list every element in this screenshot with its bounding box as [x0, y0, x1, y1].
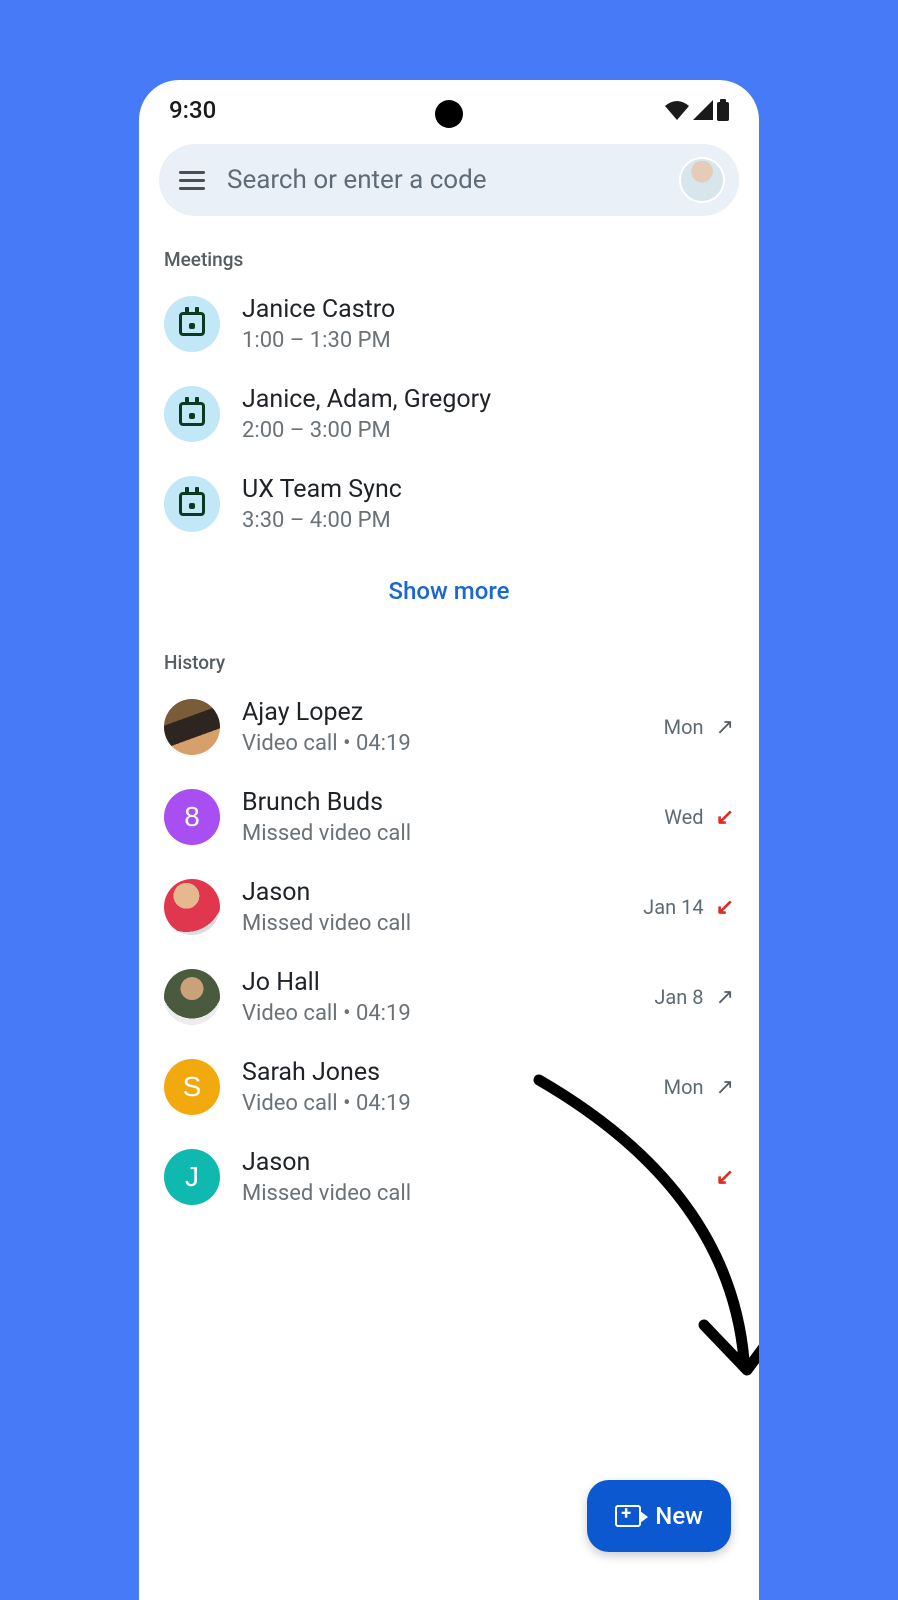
battery-icon	[717, 99, 729, 121]
outgoing-call-icon: ↗	[716, 1075, 734, 1100]
avatar-letter: 8	[164, 789, 220, 845]
show-more-button[interactable]: Show more	[139, 549, 759, 629]
missed-call-icon: ↙	[716, 805, 734, 830]
signal-icon	[693, 100, 713, 120]
history-detail: Video call • 04:19	[242, 1091, 642, 1116]
outgoing-call-icon: ↗	[716, 715, 734, 740]
history-item[interactable]: J Jason Missed video call ↙	[139, 1132, 759, 1222]
history-detail: Missed video call	[242, 1181, 682, 1206]
history-name: Sarah Jones	[242, 1058, 642, 1087]
meeting-item[interactable]: Janice, Adam, Gregory 2:00 – 3:00 PM	[139, 369, 759, 459]
history-name: Ajay Lopez	[242, 698, 642, 727]
avatar-letter: J	[164, 1149, 220, 1205]
history-meta: Jan 8 ↗	[654, 985, 734, 1010]
history-detail: Missed video call	[242, 911, 621, 936]
history-detail: Video call • 04:19	[242, 731, 642, 756]
history-body: Ajay Lopez Video call • 04:19	[242, 698, 642, 756]
history-detail: Video call • 04:19	[242, 1001, 632, 1026]
calendar-icon	[164, 386, 220, 442]
missed-call-icon: ↙	[716, 1165, 734, 1190]
meeting-title: Janice Castro	[242, 295, 734, 324]
clock: 9:30	[169, 96, 216, 124]
meeting-body: Janice, Adam, Gregory 2:00 – 3:00 PM	[242, 385, 734, 443]
history-detail: Missed video call	[242, 821, 642, 846]
avatar-photo	[164, 969, 220, 1025]
history-body: Brunch Buds Missed video call	[242, 788, 642, 846]
history-list: Ajay Lopez Video call • 04:19 Mon ↗ 8 Br…	[139, 682, 759, 1222]
history-name: Jo Hall	[242, 968, 632, 997]
history-item[interactable]: S Sarah Jones Video call • 04:19 Mon ↗	[139, 1042, 759, 1132]
fab-label: New	[655, 1502, 703, 1530]
meetings-header: Meetings	[139, 226, 759, 279]
history-name: Jason	[242, 1148, 682, 1177]
avatar-photo	[164, 879, 220, 935]
history-name: Jason	[242, 878, 621, 907]
profile-avatar[interactable]	[679, 157, 725, 203]
meeting-title: UX Team Sync	[242, 475, 734, 504]
avatar-photo	[164, 699, 220, 755]
wifi-icon	[665, 100, 689, 120]
history-meta: Mon ↗	[664, 715, 734, 740]
history-meta: Jan 14 ↙	[643, 895, 734, 920]
history-body: Jo Hall Video call • 04:19	[242, 968, 632, 1026]
history-name: Brunch Buds	[242, 788, 642, 817]
history-meta: ↙	[704, 1165, 734, 1190]
history-header: History	[139, 629, 759, 682]
avatar-letter: S	[164, 1059, 220, 1115]
history-item[interactable]: Jo Hall Video call • 04:19 Jan 8 ↗	[139, 952, 759, 1042]
meeting-time: 1:00 – 1:30 PM	[242, 328, 734, 353]
menu-icon[interactable]	[179, 171, 205, 190]
outgoing-call-icon: ↗	[716, 985, 734, 1010]
missed-call-icon: ↙	[716, 895, 734, 920]
history-date: Wed	[664, 805, 703, 829]
meeting-body: UX Team Sync 3:30 – 4:00 PM	[242, 475, 734, 533]
history-item[interactable]: Ajay Lopez Video call • 04:19 Mon ↗	[139, 682, 759, 772]
history-body: Jason Missed video call	[242, 1148, 682, 1206]
meeting-time: 3:30 – 4:00 PM	[242, 508, 734, 533]
history-item[interactable]: 8 Brunch Buds Missed video call Wed ↙	[139, 772, 759, 862]
meeting-item[interactable]: UX Team Sync 3:30 – 4:00 PM	[139, 459, 759, 549]
history-item[interactable]: Jason Missed video call Jan 14 ↙	[139, 862, 759, 952]
meeting-title: Janice, Adam, Gregory	[242, 385, 734, 414]
history-body: Sarah Jones Video call • 04:19	[242, 1058, 642, 1116]
history-meta: Mon ↗	[664, 1075, 734, 1100]
meeting-time: 2:00 – 3:00 PM	[242, 418, 734, 443]
meeting-item[interactable]: Janice Castro 1:00 – 1:30 PM	[139, 279, 759, 369]
history-date: Mon	[664, 1075, 704, 1099]
calendar-icon	[164, 296, 220, 352]
history-date: Jan 14	[643, 895, 703, 919]
phone-frame: 9:30 Search or enter a code Meetings Jan…	[139, 80, 759, 1600]
history-meta: Wed ↙	[664, 805, 734, 830]
new-meeting-fab[interactable]: New	[587, 1480, 731, 1552]
status-icons	[665, 99, 729, 121]
history-date: Mon	[664, 715, 704, 739]
search-bar[interactable]: Search or enter a code	[159, 144, 739, 216]
meetings-list: Janice Castro 1:00 – 1:30 PM Janice, Ada…	[139, 279, 759, 549]
camera-cutout	[435, 100, 463, 128]
history-date: Jan 8	[654, 985, 703, 1009]
meeting-body: Janice Castro 1:00 – 1:30 PM	[242, 295, 734, 353]
video-plus-icon	[615, 1505, 641, 1527]
history-body: Jason Missed video call	[242, 878, 621, 936]
search-placeholder: Search or enter a code	[227, 165, 657, 195]
calendar-icon	[164, 476, 220, 532]
